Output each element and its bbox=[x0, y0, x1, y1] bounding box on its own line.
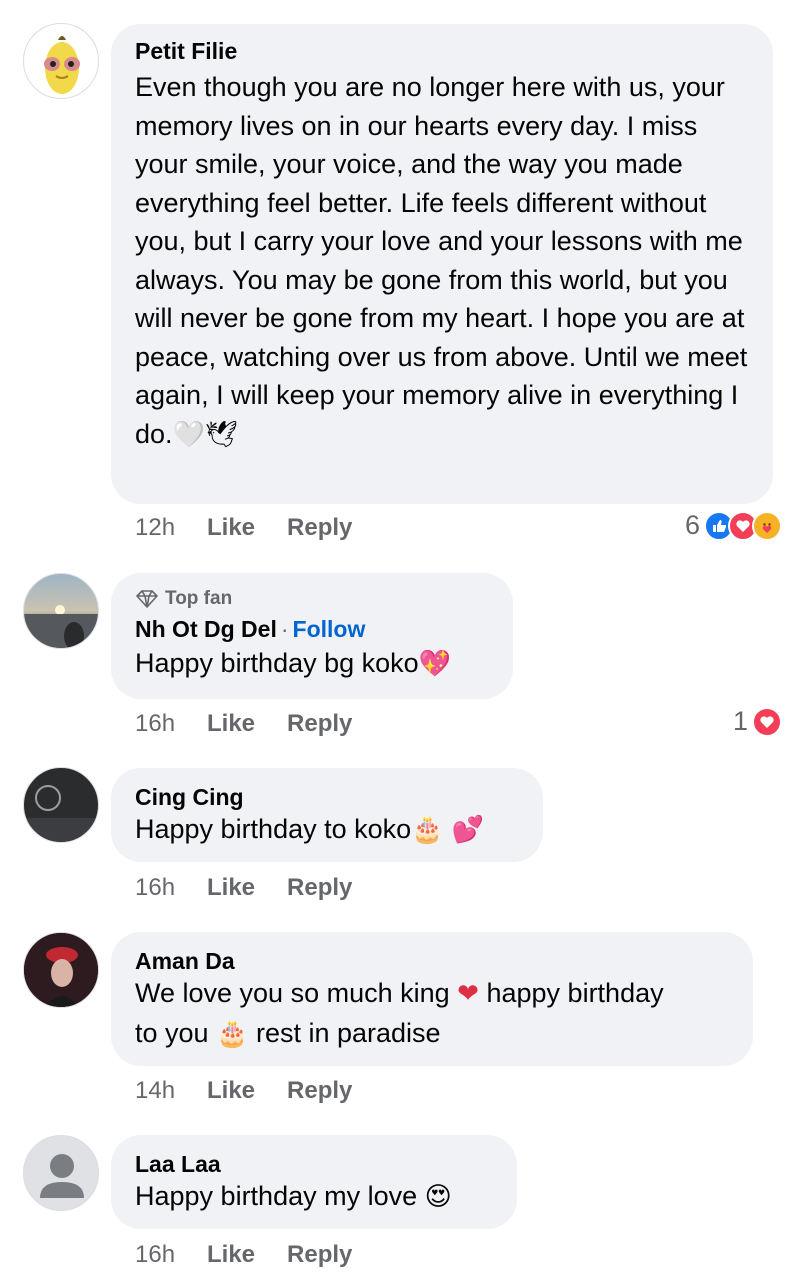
like-button[interactable]: Like bbox=[207, 514, 255, 542]
separator-dot: · bbox=[280, 616, 289, 642]
commenter-name[interactable]: Cing Cing bbox=[135, 782, 519, 812]
cake-and-hearts-icon: 🎂 💕 bbox=[411, 815, 485, 845]
comment-bubble: Laa Laa Happy birthday my love 😍 bbox=[111, 1135, 517, 1229]
reply-button[interactable]: Reply bbox=[287, 874, 352, 902]
commenter-name[interactable]: Nh Ot Dg Del bbox=[135, 616, 277, 642]
comment-text: We love you so much king ❤ happy birthda… bbox=[135, 978, 664, 1049]
comment-bubble: Top fan Nh Ot Dg Del · Follow Happy birthd… bbox=[111, 573, 513, 699]
reaction-count: 6 bbox=[684, 510, 700, 540]
avatar[interactable] bbox=[23, 1135, 99, 1211]
reaction-summary[interactable]: 1 bbox=[733, 706, 782, 737]
like-button[interactable]: Like bbox=[207, 1077, 255, 1105]
care-reaction-icon bbox=[752, 510, 782, 541]
like-button[interactable]: Like bbox=[207, 710, 255, 738]
avatar[interactable] bbox=[23, 23, 99, 99]
reaction-count: 1 bbox=[732, 706, 748, 736]
comment-text: Happy birthday my love 😍 bbox=[135, 1181, 452, 1212]
avatar[interactable] bbox=[23, 767, 99, 843]
comment-meta: 16h Like Reply bbox=[135, 1239, 384, 1271]
comment-bubble: Cing Cing Happy birthday to koko🎂 💕 bbox=[111, 768, 543, 862]
sparkling-heart-icon: 💖 bbox=[418, 649, 452, 679]
reply-button[interactable]: Reply bbox=[287, 1241, 352, 1269]
like-button[interactable]: Like bbox=[207, 874, 255, 902]
cake-icon: 🎂 bbox=[216, 1018, 249, 1049]
comment-text: Happy birthday bg koko💖 bbox=[135, 648, 452, 679]
timestamp[interactable]: 16h bbox=[135, 874, 207, 902]
avatar[interactable] bbox=[23, 932, 99, 1008]
timestamp[interactable]: 12h bbox=[135, 514, 207, 542]
follow-button[interactable]: Follow bbox=[293, 616, 366, 642]
commenter-name[interactable]: Aman Da bbox=[135, 946, 729, 976]
comment-meta: 14h Like Reply bbox=[135, 1075, 384, 1107]
timestamp[interactable]: 16h bbox=[135, 1241, 207, 1269]
reaction-summary[interactable]: 6 bbox=[685, 510, 782, 541]
timestamp[interactable]: 16h bbox=[135, 710, 207, 738]
comment-meta: 12h Like Reply bbox=[135, 512, 384, 544]
diamond-icon bbox=[136, 590, 158, 608]
comment-bubble: Petit Filie Even though you are no longe… bbox=[111, 24, 773, 504]
reply-button[interactable]: Reply bbox=[287, 1077, 352, 1105]
comment-text: Happy birthday to koko🎂 💕 bbox=[135, 814, 485, 845]
top-fan-badge: Top fan bbox=[135, 587, 489, 611]
comment-meta: 16h Like Reply bbox=[135, 872, 384, 904]
avatar[interactable] bbox=[23, 573, 99, 649]
default-avatar-icon bbox=[40, 1154, 84, 1198]
reply-button[interactable]: Reply bbox=[287, 514, 352, 542]
comment-bubble: Aman Da We love you so much king ❤ happy… bbox=[111, 932, 753, 1066]
comment-text: Even though you are no longer here with … bbox=[135, 72, 748, 450]
emoji: 🤍🕊 bbox=[172, 419, 238, 450]
heart-eyes-icon: 😍 bbox=[424, 1182, 452, 1212]
red-heart-icon: ❤ bbox=[457, 979, 479, 1009]
commenter-name[interactable]: Laa Laa bbox=[135, 1149, 493, 1179]
commenter-line: Nh Ot Dg Del · Follow bbox=[135, 614, 489, 644]
love-reaction-icon bbox=[752, 706, 782, 737]
like-button[interactable]: Like bbox=[207, 1241, 255, 1269]
timestamp[interactable]: 14h bbox=[135, 1077, 207, 1105]
comment-meta: 16h Like Reply bbox=[135, 708, 384, 740]
commenter-name[interactable]: Petit Filie bbox=[135, 36, 749, 66]
reply-button[interactable]: Reply bbox=[287, 710, 352, 738]
